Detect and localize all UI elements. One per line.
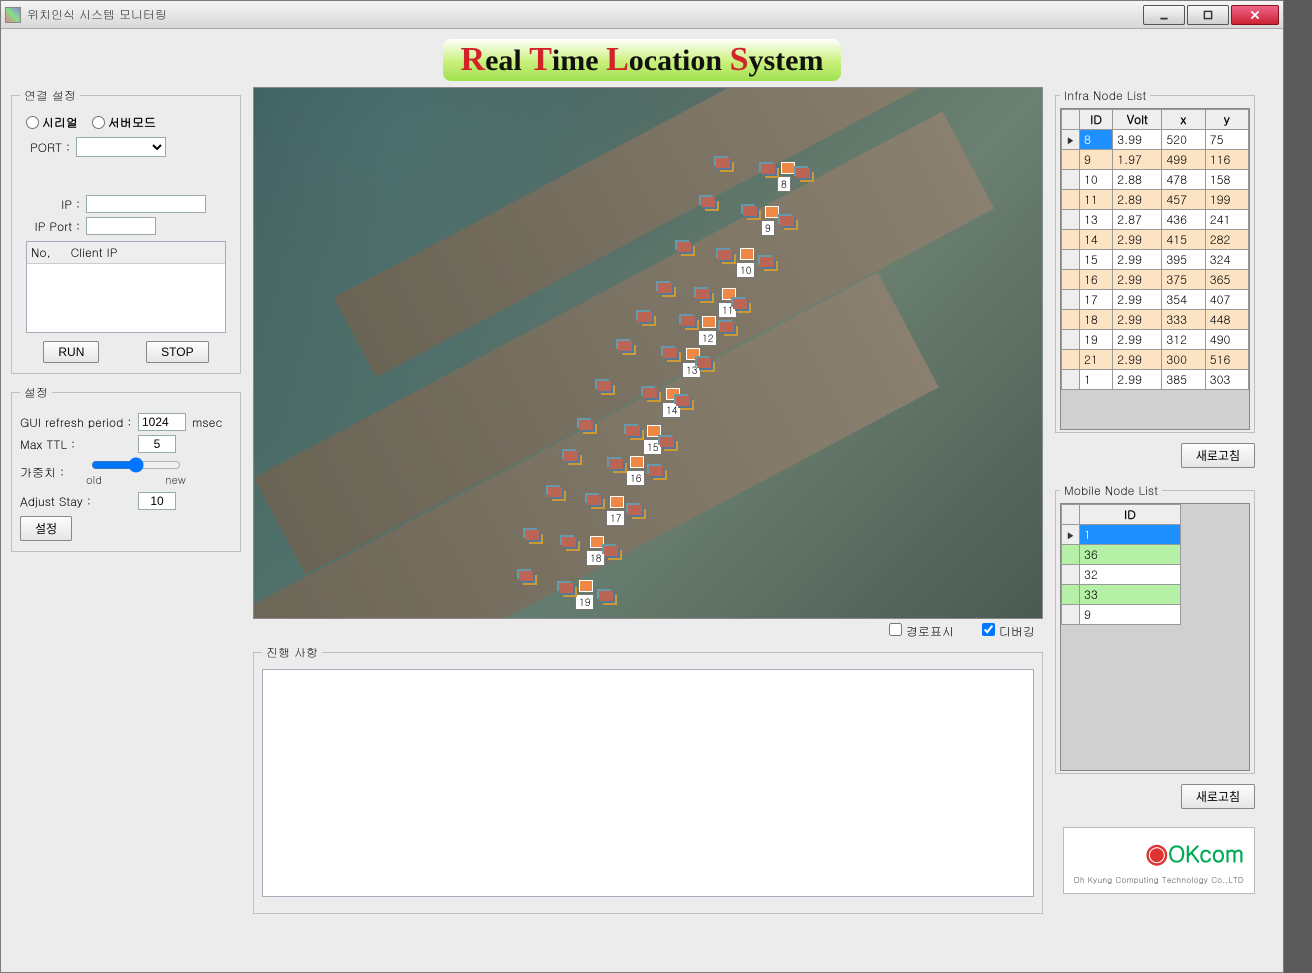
table-row[interactable]: 1 [1062,525,1181,545]
weight-slider[interactable] [91,457,181,473]
table-row[interactable]: 172.99354407 [1062,290,1249,310]
node-label: 16 [626,470,645,486]
titlebar[interactable]: 위치인식 시스템 모니터링 [1,1,1283,29]
run-button[interactable]: RUN [43,341,99,363]
route-checkbox[interactable]: 경로표시 [889,623,954,640]
mobile-legend: Mobile Node List [1060,482,1162,499]
adjust-stay-label: Adjust Stay : [20,493,132,510]
progress-legend: 진행 사항 [262,644,322,661]
slider-old-label: old [86,473,102,488]
mobile-refresh-button[interactable]: 새로고침 [1181,784,1255,809]
radio-serial[interactable]: 시리얼 [26,114,78,131]
table-row[interactable]: 182.99333448 [1062,310,1249,330]
table-row[interactable]: 212.99300516 [1062,350,1249,370]
client-col-ip: Client IP [71,244,118,261]
app-window: 위치인식 시스템 모니터링 Real Time Location System … [0,0,1284,973]
infra-table[interactable]: ID Volt x y 83.995207591.97499116102.884… [1061,109,1249,390]
node-marker[interactable] [740,248,754,260]
infra-refresh-button[interactable]: 새로고침 [1181,443,1255,468]
right-column: Infra Node List ID Volt x y 83.995207591… [1055,87,1255,894]
app-icon [5,7,21,23]
gui-refresh-input[interactable] [138,413,186,431]
table-row[interactable]: 91.97499116 [1062,150,1249,170]
window-title: 위치인식 시스템 모니터링 [27,6,167,23]
debug-checkbox[interactable]: 디버깅 [982,623,1035,640]
center-column: 8910111213141516171819 경로표시 디버깅 진행 사항 [253,87,1043,924]
client-col-no: No, [31,244,51,261]
maximize-button[interactable] [1187,5,1229,25]
app-banner: Real Time Location System [11,39,1273,81]
max-ttl-label: Max TTL : [20,436,132,453]
minimize-button[interactable] [1143,5,1185,25]
connection-legend: 연결 설정 [20,87,80,104]
ip-port-input[interactable] [86,217,156,235]
table-row[interactable]: 152.99395324 [1062,250,1249,270]
table-row[interactable]: 132.87436241 [1062,210,1249,230]
node-marker[interactable] [702,316,716,328]
infra-col-x: x [1162,110,1205,130]
node-label: 9 [761,220,775,236]
node-label: 18 [586,550,605,566]
apply-settings-button[interactable]: 설정 [20,516,72,541]
content-area: Real Time Location System 연결 설정 시리얼 서버모드… [1,29,1283,972]
table-row[interactable]: 192.99312490 [1062,330,1249,350]
table-row[interactable]: 12.99385303 [1062,370,1249,390]
mobile-table[interactable]: ID 13632339 [1061,504,1181,625]
radio-server[interactable]: 서버모드 [92,114,156,131]
connection-panel: 연결 설정 시리얼 서버모드 PORT : IP : IP Port : [11,87,241,374]
stop-button[interactable]: STOP [146,341,208,363]
node-label: 19 [575,594,594,610]
table-row[interactable]: 33 [1062,585,1181,605]
node-marker[interactable] [610,496,624,508]
table-row[interactable]: 9 [1062,605,1181,625]
infra-col-volt: Volt [1113,110,1162,130]
client-list[interactable]: No, Client IP [26,241,226,333]
node-marker[interactable] [765,206,779,218]
mobile-col-id: ID [1080,505,1181,525]
node-marker[interactable] [630,456,644,468]
settings-panel: 설정 GUI refresh period : msec Max TTL : 가… [11,384,241,552]
ip-input[interactable] [86,195,206,213]
settings-legend: 설정 [20,384,52,401]
progress-log[interactable] [262,669,1034,897]
slider-new-label: new [165,473,186,488]
progress-panel: 진행 사항 [253,644,1043,914]
node-marker[interactable] [579,580,593,592]
infra-col-id: ID [1080,110,1113,130]
table-row[interactable]: 112.89457199 [1062,190,1249,210]
table-row[interactable]: 162.99375365 [1062,270,1249,290]
port-combo[interactable] [76,137,166,157]
table-row[interactable]: 102.88478158 [1062,170,1249,190]
infra-legend: Infra Node List [1060,87,1150,104]
node-label: 10 [736,262,755,278]
node-marker[interactable] [781,162,795,174]
infra-panel: Infra Node List ID Volt x y 83.995207591… [1055,87,1255,433]
max-ttl-input[interactable] [138,435,176,453]
port-label: PORT : [20,139,70,156]
map-view[interactable]: 8910111213141516171819 [253,87,1043,619]
adjust-stay-input[interactable] [138,492,176,510]
node-marker[interactable] [590,536,604,548]
node-label: 17 [606,510,625,526]
table-row[interactable]: 83.9952075 [1062,130,1249,150]
node-marker[interactable] [647,425,661,437]
mobile-panel: Mobile Node List ID 13632339 [1055,482,1255,774]
vendor-logo: ◉OKcom Oh Kyung Computing Technology Co.… [1055,827,1255,894]
gui-refresh-label: GUI refresh period : [20,414,132,431]
table-row[interactable]: 142.99415282 [1062,230,1249,250]
infra-col-y: y [1205,110,1248,130]
gui-refresh-unit: msec [192,414,222,431]
ip-label: IP : [20,196,80,213]
table-row[interactable]: 32 [1062,565,1181,585]
ip-port-label: IP Port : [20,218,80,235]
close-button[interactable] [1231,5,1279,25]
table-row[interactable]: 36 [1062,545,1181,565]
node-label: 8 [777,176,791,192]
weight-label: 가중치 : [20,464,80,481]
left-column: 연결 설정 시리얼 서버모드 PORT : IP : IP Port : [11,87,241,562]
node-label: 12 [698,330,717,346]
